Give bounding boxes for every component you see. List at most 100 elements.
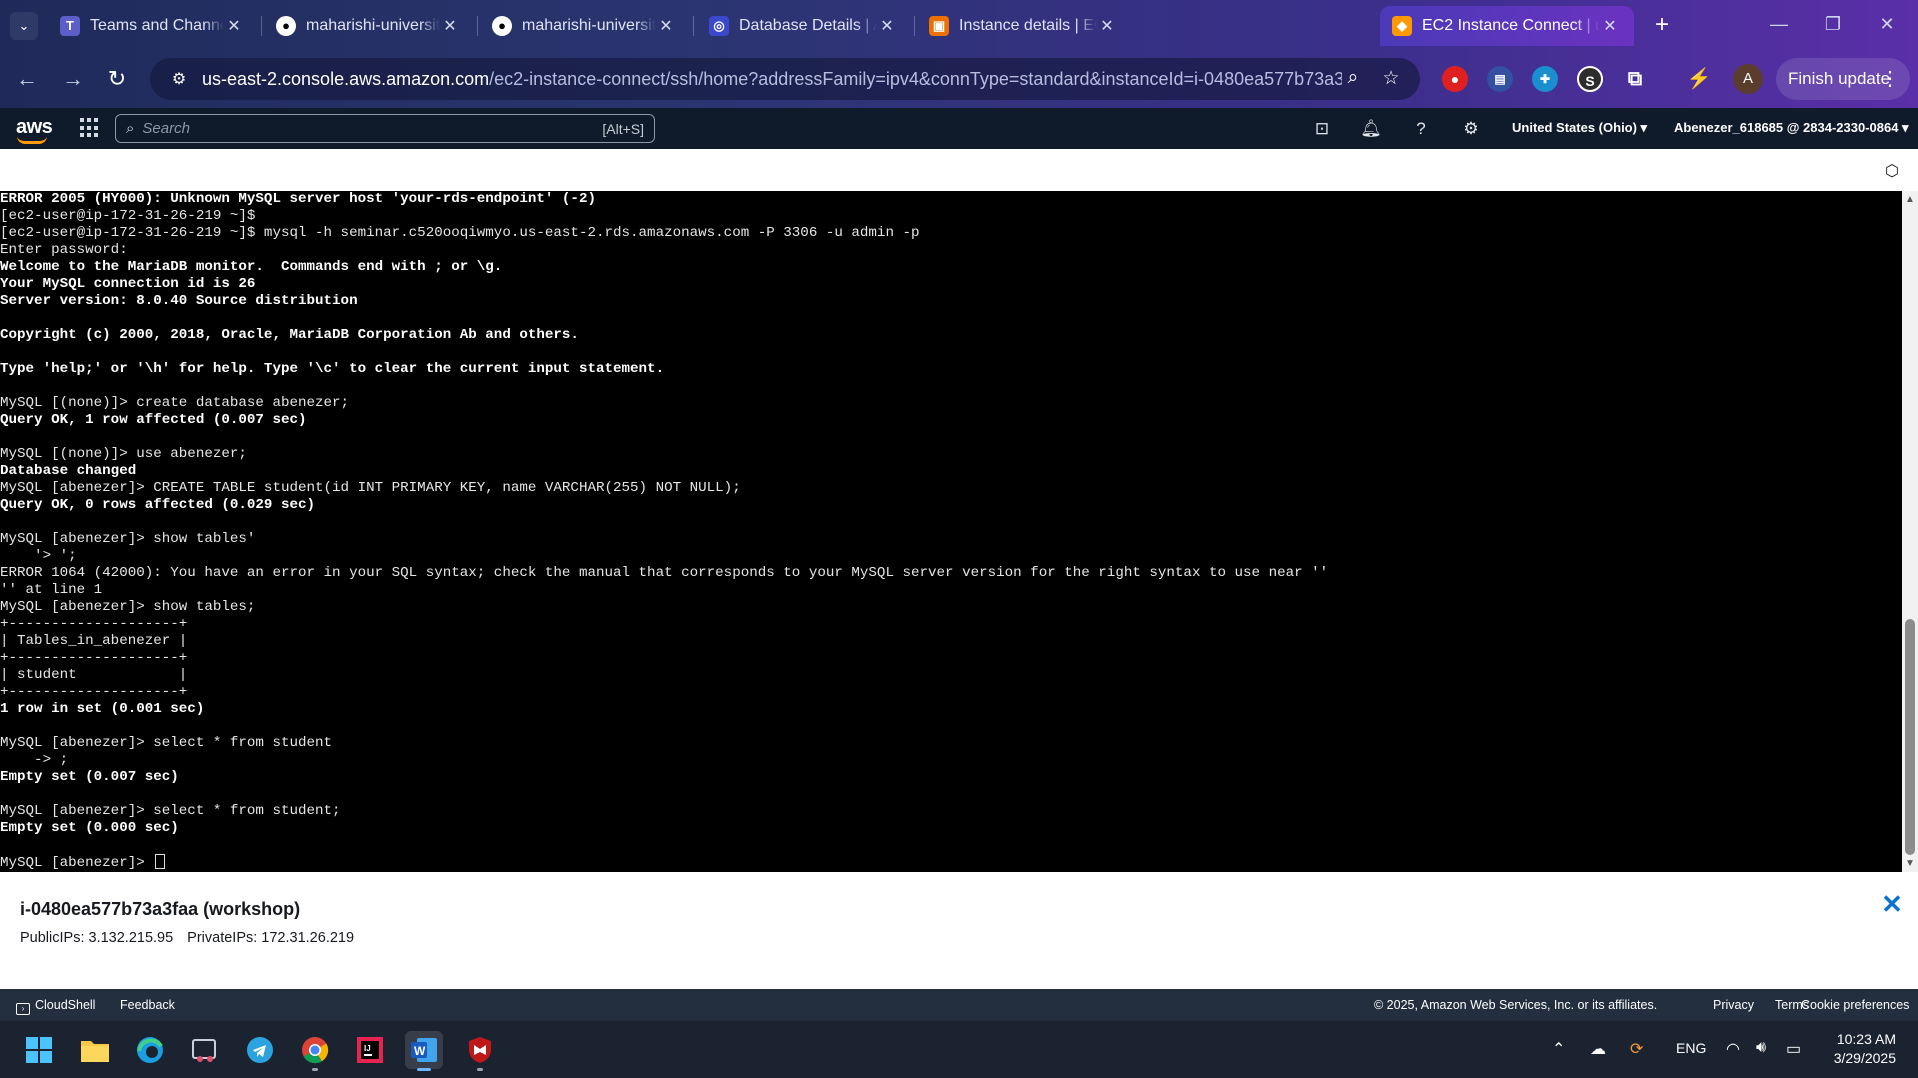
- intellij-icon[interactable]: IJ: [351, 1031, 389, 1069]
- extensions-puzzle-icon[interactable]: ⧉: [1622, 66, 1648, 92]
- tab-title: maharishi-university/work: [522, 17, 656, 34]
- close-tab-icon[interactable]: ✕: [877, 16, 897, 36]
- battery-icon[interactable]: ▭: [1786, 1039, 1801, 1059]
- tab-teams[interactable]: T Teams and Channels | d4-d ✕: [48, 6, 258, 46]
- terminal-line: '' at line 1: [0, 582, 103, 598]
- browser-toolbar: ← → ↻ ⚙ us-east-2.console.aws.amazon.com…: [0, 50, 1918, 108]
- tab-github-work[interactable]: ● maharishi-university/work ✕: [480, 6, 690, 46]
- ssh-terminal[interactable]: ERROR 2005 (HY000): Unknown MySQL server…: [0, 191, 1902, 872]
- back-button[interactable]: ←: [10, 62, 44, 96]
- copyright-text: © 2025, Amazon Web Services, Inc. or its…: [1374, 998, 1658, 1012]
- scroll-thumb[interactable]: [1905, 619, 1915, 855]
- zoom-icon[interactable]: ⌕: [1340, 67, 1366, 91]
- mcafee-icon[interactable]: [461, 1031, 499, 1071]
- extension-flag-icon[interactable]: ▤: [1487, 66, 1513, 92]
- ec2-icon: ▣: [929, 16, 949, 36]
- terminal-line: Welcome to the MariaDB monitor. Commands…: [0, 259, 503, 275]
- terminal-line: Type 'help;' or '\h' for help. Type '\c'…: [0, 361, 665, 377]
- settings-gear-icon[interactable]: ⚙: [1460, 118, 1482, 140]
- word-icon[interactable]: W: [405, 1031, 443, 1071]
- close-tab-icon[interactable]: ✕: [656, 16, 676, 36]
- windows-taskbar: IJ W ⌃ ☁ ⟳ ENG ◠ 🔊︎ ▭ 10:23 AM 3/29/2025: [0, 1021, 1918, 1078]
- file-explorer-icon[interactable]: [76, 1031, 114, 1069]
- terminal-line: Enter password:: [0, 242, 128, 258]
- language-indicator[interactable]: ENG: [1676, 1040, 1706, 1056]
- telegram-icon[interactable]: [241, 1031, 279, 1069]
- extension-red-icon[interactable]: ●: [1442, 66, 1468, 92]
- new-tab-button[interactable]: +: [1648, 12, 1676, 40]
- services-grid-icon[interactable]: [80, 118, 100, 138]
- extension-s-icon[interactable]: S: [1577, 66, 1603, 92]
- aws-logo[interactable]: aws: [16, 116, 53, 144]
- cloudshell-icon: ›: [16, 1003, 30, 1015]
- help-icon[interactable]: ?: [1410, 118, 1432, 140]
- terminal-line: MySQL [abenezer]> show tables': [0, 531, 256, 547]
- terminal-line: +--------------------+: [0, 616, 188, 632]
- close-tab-icon[interactable]: ✕: [224, 16, 244, 36]
- svg-text:IJ: IJ: [364, 1044, 371, 1053]
- close-tab-icon[interactable]: ✕: [1097, 16, 1117, 36]
- close-tab-icon[interactable]: ✕: [1600, 16, 1620, 36]
- cloud-offline-icon[interactable]: ☁: [1590, 1039, 1606, 1059]
- show-hidden-icons-chevron-icon[interactable]: ⌃: [1552, 1039, 1565, 1059]
- cloudshell-link[interactable]: › CloudShell: [16, 998, 95, 1015]
- privacy-link[interactable]: Privacy: [1713, 998, 1754, 1012]
- tab-ec2-instance-connect[interactable]: ◆ EC2 Instance Connect | us- ✕: [1380, 6, 1634, 46]
- scroll-up-arrow-icon[interactable]: ▲: [1905, 194, 1915, 205]
- site-info-icon[interactable]: ⚙: [164, 69, 194, 89]
- terminal-cursor: [155, 854, 166, 869]
- instance-title: i-0480ea577b73a3faa (workshop): [20, 899, 301, 919]
- tab-github-home[interactable]: ● maharishi-university/home ✕: [264, 6, 474, 46]
- finish-update-button[interactable]: Finish update ⋮: [1776, 58, 1910, 100]
- snipping-tool-icon[interactable]: [186, 1031, 224, 1069]
- wifi-icon[interactable]: ◠: [1726, 1039, 1740, 1059]
- region-selector[interactable]: United States (Ohio) ▾: [1512, 120, 1647, 136]
- terminal-line: Server version: 8.0.40 Source distributi…: [0, 293, 358, 309]
- tab-divider: [477, 16, 478, 36]
- address-bar[interactable]: ⚙ us-east-2.console.aws.amazon.com/ec2-i…: [150, 58, 1420, 100]
- terminal-settings-icon[interactable]: ⬡: [1882, 161, 1902, 181]
- feedback-link[interactable]: Feedback: [120, 998, 175, 1012]
- volume-icon[interactable]: 🔊︎: [1756, 1039, 1766, 1057]
- edge-icon[interactable]: [131, 1031, 169, 1069]
- terminal-line: MySQL [abenezer]> select * from student: [0, 735, 333, 751]
- terminal-line: Empty set (0.000 sec): [0, 820, 179, 836]
- cookie-preferences-link[interactable]: Cookie preferences: [1801, 998, 1909, 1012]
- system-clock[interactable]: 10:23 AM 3/29/2025: [1834, 1030, 1896, 1068]
- account-menu[interactable]: Abenezer_618685 @ 2834-2330-0864 ▾: [1674, 120, 1909, 136]
- extension-blue-icon[interactable]: ✚: [1532, 66, 1558, 92]
- terminal-line: MySQL [abenezer]> show tables;: [0, 599, 256, 615]
- tab-title: Database Details | Aurora a: [739, 17, 877, 34]
- windows-start-icon[interactable]: [20, 1031, 58, 1069]
- notifications-bell-icon[interactable]: 🔔︎: [1360, 118, 1382, 140]
- tab-search-button[interactable]: ⌄: [10, 12, 38, 40]
- close-panel-icon[interactable]: ✕: [1880, 891, 1904, 917]
- scroll-down-arrow-icon[interactable]: ▼: [1905, 858, 1915, 869]
- terminal-line: Query OK, 1 row affected (0.007 sec): [0, 412, 307, 428]
- minimize-window-button[interactable]: —: [1756, 10, 1802, 38]
- more-menu-icon[interactable]: ⋮: [1880, 58, 1900, 100]
- rds-icon: ◎: [709, 16, 729, 36]
- finish-update-label: Finish update: [1788, 69, 1891, 88]
- terminal-scrollbar[interactable]: ▲ ▼: [1902, 191, 1918, 872]
- close-window-button[interactable]: ✕: [1864, 10, 1910, 38]
- private-ips: PrivateIPs: 172.31.26.219: [187, 930, 355, 946]
- reload-button[interactable]: ↻: [100, 62, 134, 96]
- profile-avatar[interactable]: A: [1733, 64, 1763, 94]
- cloudshell-icon[interactable]: ⊡: [1311, 118, 1333, 140]
- sync-icon[interactable]: ⟳: [1630, 1039, 1643, 1059]
- aws-search-input[interactable]: ⌕ Search [Alt+S]: [115, 114, 655, 143]
- performance-icon[interactable]: ⚡: [1686, 66, 1712, 92]
- bookmark-star-icon[interactable]: ☆: [1378, 67, 1404, 91]
- forward-button[interactable]: →: [56, 62, 90, 96]
- chrome-icon[interactable]: [296, 1031, 334, 1071]
- terminal-line: | student |: [0, 667, 188, 683]
- close-tab-icon[interactable]: ✕: [440, 16, 460, 36]
- terminal-header-strip: ⬡: [0, 149, 1918, 191]
- tab-ec2-instance[interactable]: ▣ Instance details | EC2 | us-e ✕: [917, 6, 1131, 46]
- restore-window-button[interactable]: ❐: [1810, 10, 1856, 38]
- console-footer: › CloudShell Feedback © 2025, Amazon Web …: [0, 989, 1918, 1021]
- tab-rds-database[interactable]: ◎ Database Details | Aurora a ✕: [697, 6, 911, 46]
